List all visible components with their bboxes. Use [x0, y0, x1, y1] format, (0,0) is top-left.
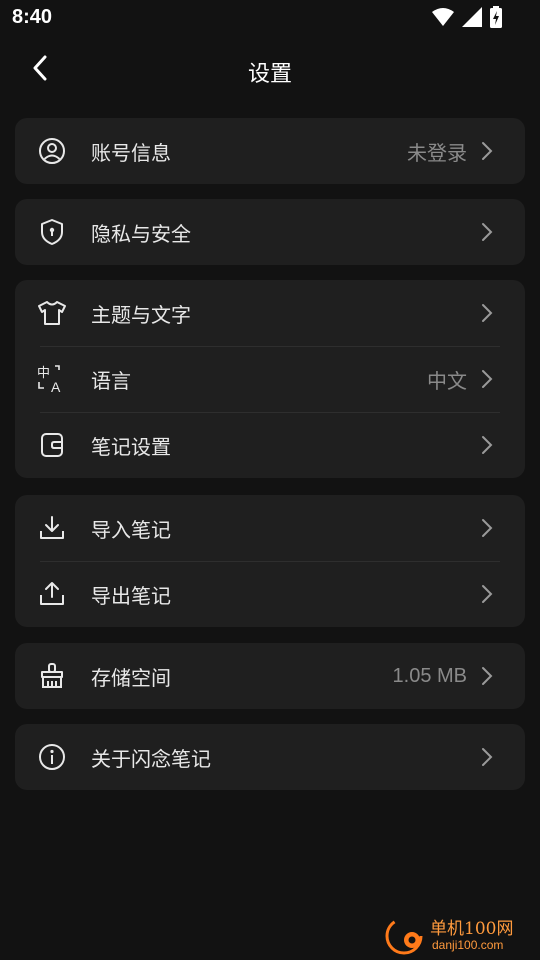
battery-icon: [490, 6, 502, 28]
watermark-text-url: danji100.com: [432, 938, 504, 952]
privacy-security-label: 隐私与安全: [91, 221, 191, 246]
settings-group-storage: 存储空间 1.05 MB: [15, 643, 525, 709]
chevron-right-icon: [481, 584, 495, 604]
chevron-right-icon: [481, 666, 495, 686]
settings-group-about: 关于闪念笔记: [15, 724, 525, 790]
note-icon: [37, 430, 67, 460]
tshirt-icon: [37, 298, 67, 328]
wifi-icon: [432, 8, 454, 26]
settings-group-account: 账号信息 未登录: [15, 118, 525, 184]
page-title: 设置: [247, 62, 292, 87]
status-icons: [432, 6, 502, 28]
about-row[interactable]: 关于闪念笔记: [15, 724, 525, 790]
user-circle-icon: [37, 136, 67, 166]
watermark-logo-icon: [385, 917, 423, 955]
app-bar: 设置: [0, 40, 540, 100]
shield-keyhole-icon: [37, 217, 67, 247]
svg-text:中: 中: [37, 366, 50, 381]
broom-icon: [37, 661, 67, 691]
note-settings-label: 笔记设置: [91, 434, 171, 459]
chevron-right-icon: [481, 222, 495, 242]
theme-text-label: 主题与文字: [91, 302, 191, 327]
signal-icon: [462, 7, 482, 27]
export-notes-row[interactable]: 导出笔记: [15, 561, 525, 627]
account-info-row[interactable]: 账号信息 未登录: [15, 118, 525, 184]
upload-icon: [37, 579, 67, 609]
import-notes-label: 导入笔记: [91, 517, 171, 542]
storage-size-value: 1.05 MB: [392, 664, 467, 687]
account-status-value: 未登录: [407, 142, 467, 165]
about-label: 关于闪念笔记: [91, 746, 211, 771]
export-notes-label: 导出笔记: [91, 583, 171, 608]
watermark: 单机100网 danji100.com: [384, 914, 534, 958]
chevron-right-icon: [481, 518, 495, 538]
svg-text:A: A: [51, 379, 61, 394]
chevron-right-icon: [481, 141, 495, 161]
settings-group-privacy: 隐私与安全: [15, 199, 525, 265]
account-info-label: 账号信息: [91, 140, 171, 165]
settings-group-display: 主题与文字 中 A 语言 中文 笔记设置: [15, 280, 525, 478]
watermark-text-main: 单机100网: [430, 919, 514, 939]
settings-group-import-export: 导入笔记 导出笔记: [15, 495, 525, 627]
language-value: 中文: [427, 370, 467, 393]
info-icon: [37, 742, 67, 772]
chevron-right-icon: [481, 369, 495, 389]
chevron-right-icon: [481, 303, 495, 323]
chevron-right-icon: [481, 747, 495, 767]
download-icon: [37, 513, 67, 543]
import-notes-row[interactable]: 导入笔记: [15, 495, 525, 561]
theme-text-row[interactable]: 主题与文字: [15, 280, 525, 346]
status-time: 8:40: [12, 6, 53, 28]
translate-icon: 中 A: [37, 364, 67, 394]
language-label: 语言: [91, 368, 131, 393]
chevron-right-icon: [481, 435, 495, 455]
note-settings-row[interactable]: 笔记设置: [15, 412, 525, 478]
storage-row[interactable]: 存储空间 1.05 MB: [15, 643, 525, 709]
privacy-security-row[interactable]: 隐私与安全: [15, 199, 525, 265]
status-bar: 8:40: [0, 0, 540, 36]
storage-label: 存储空间: [91, 665, 171, 690]
language-row[interactable]: 中 A 语言 中文: [15, 346, 525, 412]
